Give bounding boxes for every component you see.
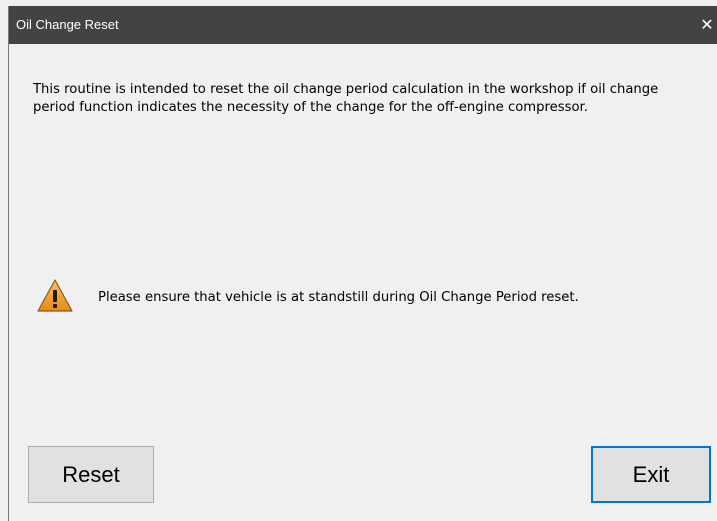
description-text: This routine is intended to reset the oi… (33, 82, 659, 115)
warning-message: Please ensure that vehicle is at standst… (98, 290, 579, 305)
warning-triangle-icon (37, 279, 73, 312)
window-title: Oil Change Reset (16, 17, 119, 32)
reset-button[interactable]: Reset (28, 446, 154, 503)
exit-button[interactable]: Exit (591, 446, 711, 503)
title-bar[interactable]: Oil Change Reset ✕ (9, 6, 717, 44)
close-button[interactable]: ✕ (696, 6, 717, 44)
oil-change-reset-dialog: Oil Change Reset ✕ This routine is inten… (8, 6, 717, 521)
